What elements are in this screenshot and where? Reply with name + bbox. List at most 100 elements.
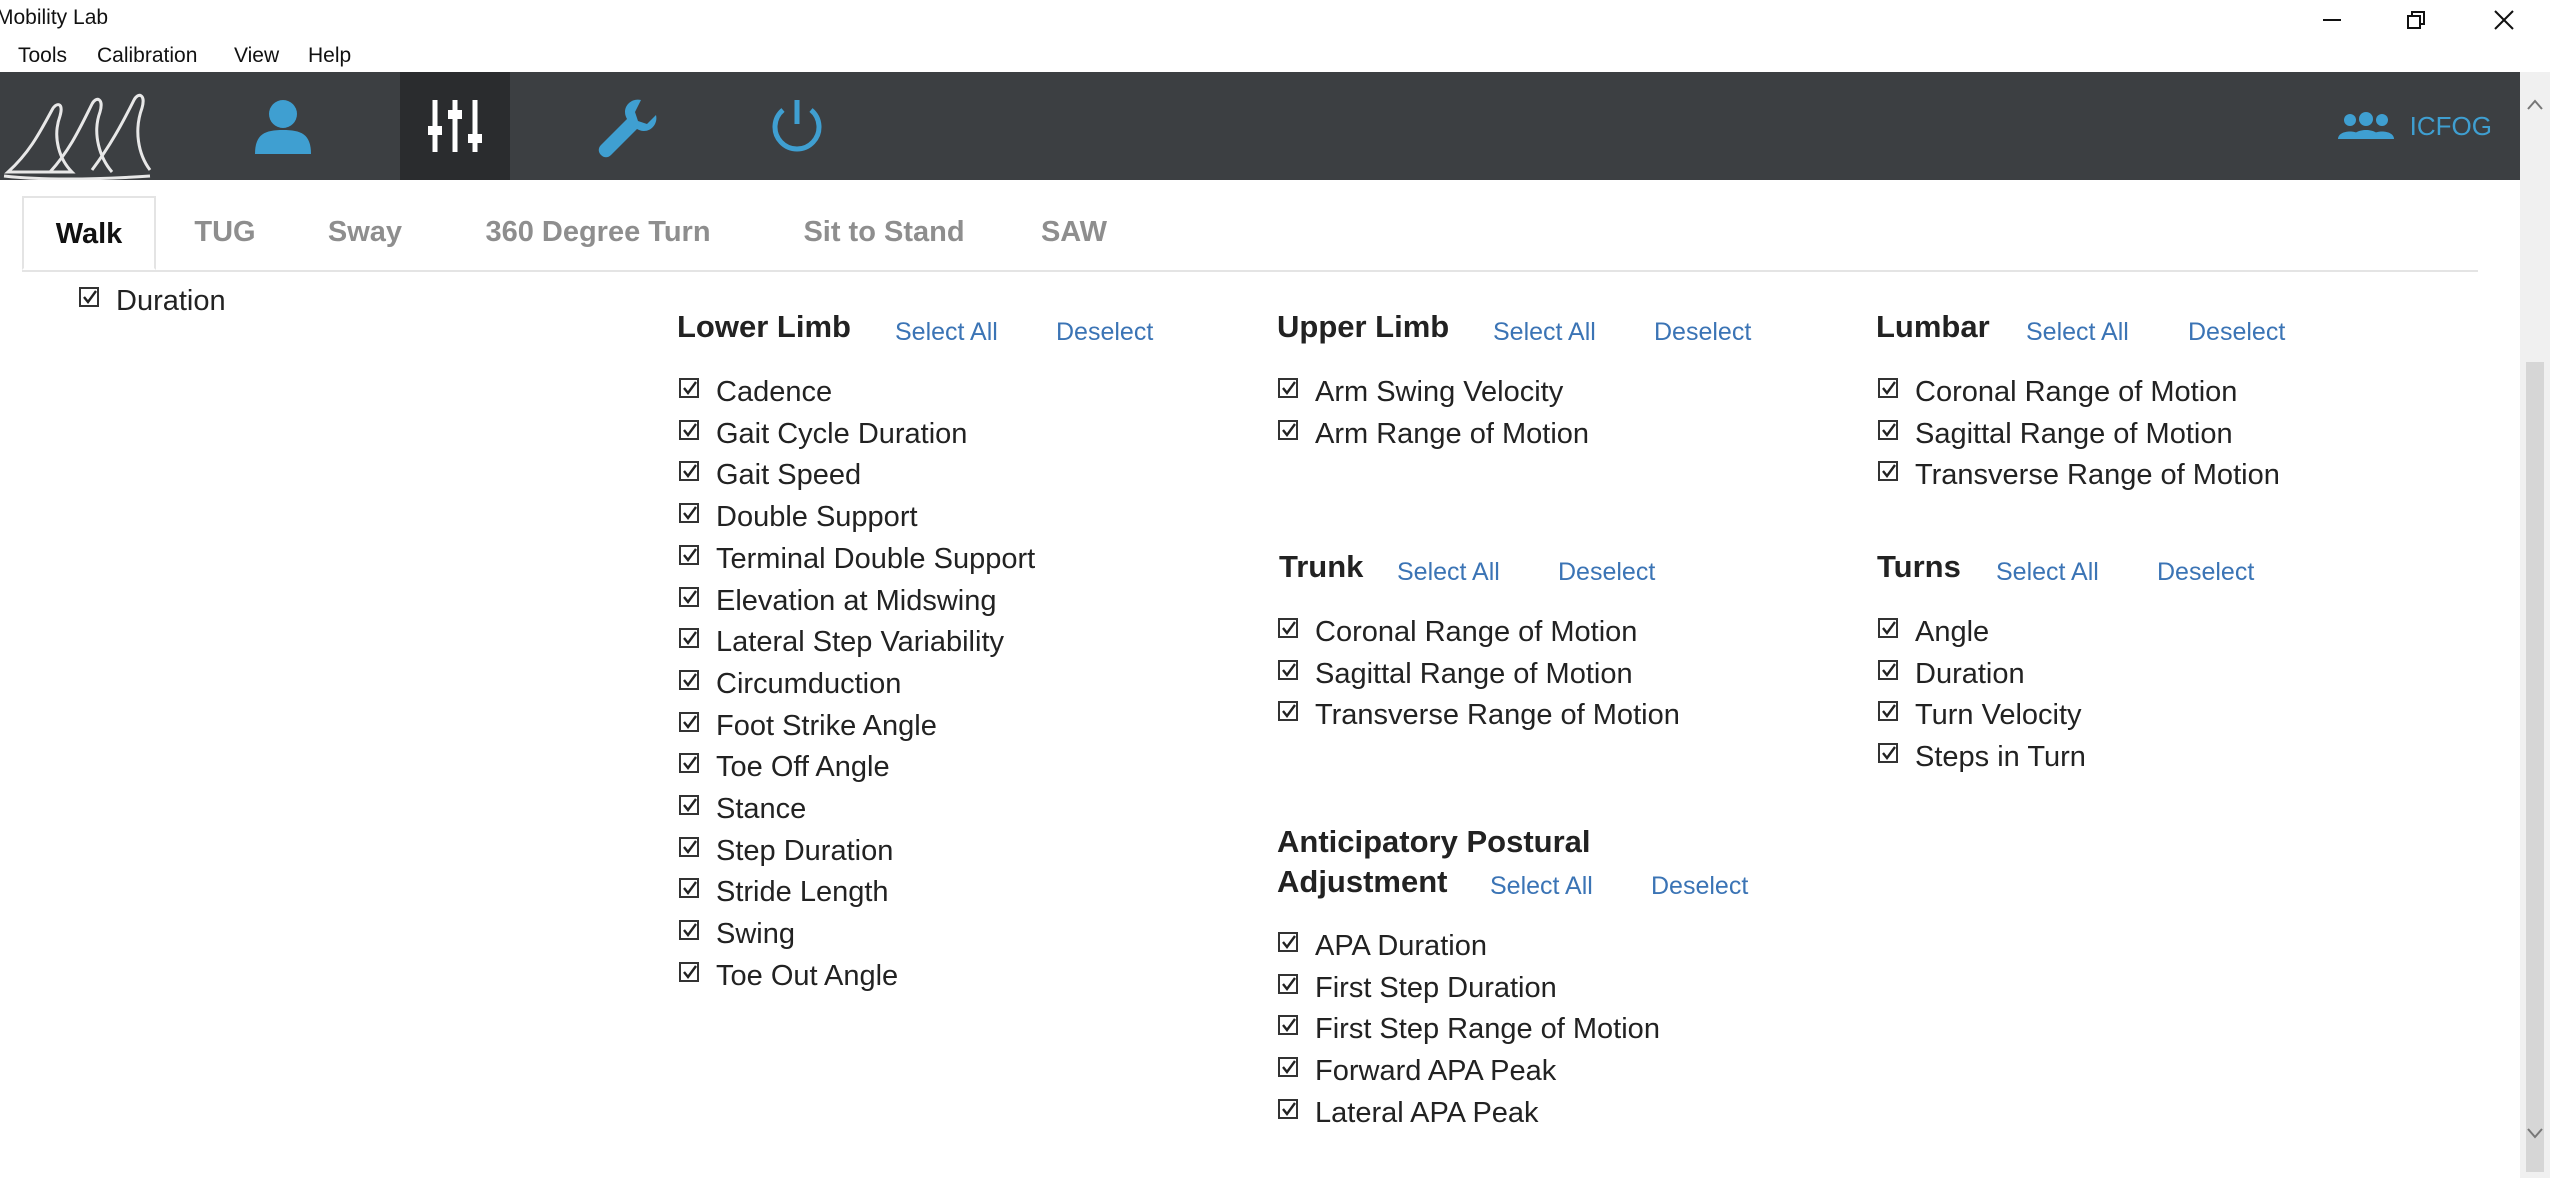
- apa-checkbox[interactable]: [1278, 1098, 1298, 1119]
- lower-limb-checkbox[interactable]: [679, 503, 699, 524]
- lower-limb-checkbox[interactable]: [679, 878, 699, 899]
- apa-item-label: Lateral APA Peak: [1315, 1096, 1539, 1129]
- lower-limb-select-all[interactable]: Select All: [895, 318, 998, 347]
- apa-checkbox[interactable]: [1278, 1015, 1298, 1036]
- menu-help[interactable]: Help: [308, 44, 351, 68]
- turns-checkbox[interactable]: [1878, 701, 1898, 722]
- tab-saw[interactable]: SAW: [1028, 196, 1120, 270]
- turns-deselect[interactable]: Deselect: [2157, 558, 2254, 587]
- feet-logo-icon: [3, 93, 152, 180]
- user-name: ICFOG: [2409, 110, 2492, 141]
- power-icon: [772, 100, 822, 152]
- upper-limb-checkbox[interactable]: [1278, 419, 1298, 440]
- lower-limb-checkbox[interactable]: [679, 419, 699, 440]
- lower-limb-item-label: Stride Length: [716, 876, 889, 909]
- lower-limb-checkbox[interactable]: [679, 711, 699, 732]
- tab-360-degree-turn[interactable]: 360 Degree Turn: [462, 196, 734, 270]
- menu-bar: Tools Calibration View Help: [0, 40, 2550, 72]
- upper-limb-checkbox[interactable]: [1278, 378, 1298, 398]
- main-toolbar: ICFOG: [0, 72, 2520, 180]
- tools-button[interactable]: [572, 72, 682, 180]
- lumbar-item-label: Transverse Range of Motion: [1915, 459, 2280, 492]
- trunk-title: Trunk: [1279, 549, 1364, 584]
- tab-sit-to-stand[interactable]: Sit to Stand: [776, 196, 992, 270]
- minimize-button[interactable]: [2296, 0, 2368, 40]
- lumbar-title: Lumbar: [1876, 309, 1990, 344]
- close-icon: [2494, 10, 2514, 30]
- lumbar-deselect[interactable]: Deselect: [2188, 318, 2285, 347]
- menu-calibration[interactable]: Calibration: [97, 44, 197, 68]
- lower-limb-checkbox[interactable]: [679, 628, 699, 649]
- lumbar-checkbox[interactable]: [1878, 378, 1898, 398]
- lower-limb-item-label: Toe Out Angle: [716, 959, 899, 992]
- lower-limb-checkbox[interactable]: [679, 586, 699, 607]
- lower-limb-checkbox[interactable]: [679, 795, 699, 815]
- trunk-select-all[interactable]: Select All: [1397, 558, 1500, 587]
- lumbar-checkbox[interactable]: [1878, 419, 1898, 440]
- lower-limb-item-label: Toe Off Angle: [716, 751, 890, 784]
- close-button[interactable]: [2468, 0, 2540, 40]
- lower-limb-checkbox[interactable]: [679, 920, 699, 941]
- lumbar-select-all[interactable]: Select All: [2026, 318, 2129, 347]
- lower-limb-checkbox[interactable]: [679, 836, 699, 857]
- test-tabs: Walk TUG Sway 360 Degree Turn Sit to Sta…: [22, 196, 2478, 272]
- scrollbar-thumb[interactable]: [2526, 362, 2544, 1172]
- lower-limb-checkbox[interactable]: [679, 753, 699, 774]
- lower-limb-checkbox[interactable]: [679, 378, 699, 398]
- restore-button[interactable]: [2380, 0, 2452, 40]
- lower-limb-item-label: Terminal Double Support: [716, 542, 1036, 575]
- duration-checkbox[interactable]: [79, 287, 99, 307]
- apa-title-line1: Anticipatory Postural: [1277, 824, 1591, 859]
- upper-limb-deselect[interactable]: Deselect: [1654, 318, 1751, 347]
- minimize-icon: [2323, 19, 2341, 21]
- apa-select-all[interactable]: Select All: [1490, 872, 1593, 901]
- lower-limb-checkbox[interactable]: [679, 669, 699, 690]
- user-badge[interactable]: ICFOG: [2336, 72, 2492, 180]
- logo: [0, 72, 170, 180]
- lumbar-item-label: Coronal Range of Motion: [1915, 376, 2238, 408]
- turns-select-all[interactable]: Select All: [1996, 558, 2099, 587]
- settings-sliders-button[interactable]: [400, 72, 510, 180]
- tab-walk[interactable]: Walk: [22, 196, 156, 270]
- apa-deselect[interactable]: Deselect: [1651, 872, 1748, 901]
- lumbar-item-label: Sagittal Range of Motion: [1915, 417, 2233, 450]
- lower-limb-item-label: Swing: [716, 918, 795, 951]
- turns-item-label: Turn Velocity: [1915, 699, 2082, 732]
- apa-item-label: Forward APA Peak: [1315, 1055, 1557, 1088]
- lower-limb-item-label: Foot Strike Angle: [716, 709, 937, 742]
- vertical-scrollbar[interactable]: [2520, 72, 2550, 1178]
- lower-limb-checkbox[interactable]: [679, 544, 699, 565]
- wrench-icon: [598, 99, 657, 158]
- trunk-checkbox[interactable]: [1278, 618, 1298, 638]
- lower-limb-item-label: Stance: [716, 793, 807, 825]
- trunk-checkbox[interactable]: [1278, 701, 1298, 722]
- tab-sway[interactable]: Sway: [310, 196, 420, 270]
- lower-limb-checkbox[interactable]: [679, 461, 699, 482]
- turns-item-label: Duration: [1915, 657, 2025, 690]
- upper-limb-item-label: Arm Range of Motion: [1315, 417, 1590, 450]
- trunk-checkbox[interactable]: [1278, 659, 1298, 680]
- apa-checkbox[interactable]: [1278, 932, 1298, 952]
- patient-button[interactable]: [228, 72, 338, 180]
- upper-limb-select-all[interactable]: Select All: [1493, 318, 1596, 347]
- lower-limb-item-label: Gait Cycle Duration: [716, 417, 968, 450]
- person-icon: [255, 100, 311, 154]
- turns-title: Turns: [1877, 549, 1961, 584]
- lower-limb-deselect[interactable]: Deselect: [1056, 318, 1153, 347]
- lower-limb-checkbox[interactable]: [679, 961, 699, 982]
- turns-item-label: Angle: [1915, 616, 1990, 648]
- lower-limb-item-label: Double Support: [716, 501, 918, 534]
- menu-view[interactable]: View: [234, 44, 279, 68]
- apa-checkbox[interactable]: [1278, 973, 1298, 994]
- apa-checkbox[interactable]: [1278, 1057, 1298, 1078]
- tab-tug[interactable]: TUG: [178, 196, 272, 270]
- turns-checkbox[interactable]: [1878, 618, 1898, 638]
- trunk-deselect[interactable]: Deselect: [1558, 558, 1655, 587]
- menu-tools[interactable]: Tools: [18, 44, 67, 68]
- power-button[interactable]: [742, 72, 852, 180]
- turns-checkbox[interactable]: [1878, 659, 1898, 680]
- turns-checkbox[interactable]: [1878, 743, 1898, 764]
- lumbar-checkbox[interactable]: [1878, 461, 1898, 482]
- apa-item-label: APA Duration: [1315, 930, 1487, 962]
- scroll-up-icon: [2527, 99, 2543, 110]
